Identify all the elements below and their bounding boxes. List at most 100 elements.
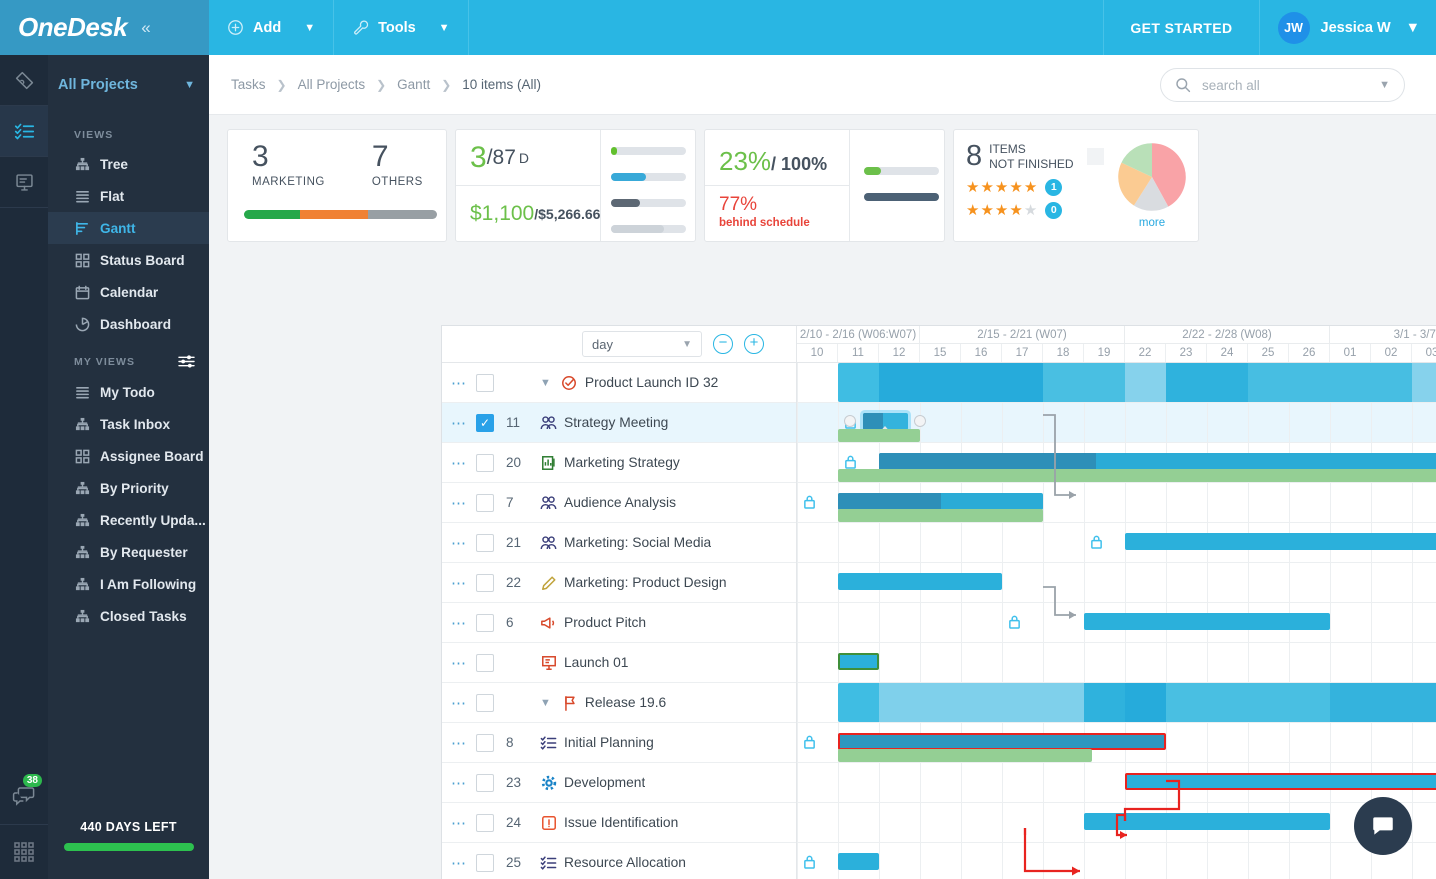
- sidebar-item-tree[interactable]: Tree: [48, 148, 209, 180]
- table-row[interactable]: ⋯ 8 Initial Planning: [442, 723, 796, 763]
- row-menu-button[interactable]: ⋯: [442, 694, 476, 712]
- table-row[interactable]: ⋯ Launch 01: [442, 643, 796, 683]
- filter-settings-icon[interactable]: [178, 354, 195, 369]
- rail-item-tasks[interactable]: [0, 106, 48, 156]
- sidebar-item-status-board[interactable]: Status Board: [48, 244, 209, 276]
- gantt-bar-task[interactable]: [1084, 813, 1330, 830]
- row-menu-button[interactable]: ⋯: [442, 454, 476, 472]
- row-menu-button[interactable]: ⋯: [442, 374, 476, 392]
- gantt-bar-task[interactable]: [838, 573, 1002, 590]
- chat-widget-button[interactable]: [1354, 797, 1412, 855]
- project-selector[interactable]: All Projects ▼: [48, 55, 209, 115]
- rail-item-messages[interactable]: 38: [0, 768, 48, 824]
- breadcrumb-item[interactable]: 10 items (All): [462, 77, 541, 92]
- row-checkbox[interactable]: [476, 573, 494, 592]
- gantt-bar-summary[interactable]: [838, 683, 1436, 722]
- row-checkbox[interactable]: [476, 613, 494, 632]
- row-menu-button[interactable]: ⋯: [442, 854, 476, 872]
- chevron-down-icon[interactable]: ▼: [540, 697, 551, 709]
- stat-cards: 3 MARKETING 7 OTHERS 3 /87 D $1,100 /$5,…: [227, 129, 1199, 242]
- chevron-down-icon[interactable]: ▼: [540, 377, 551, 389]
- row-checkbox[interactable]: [476, 773, 494, 792]
- row-menu-button[interactable]: ⋯: [442, 414, 476, 432]
- zoom-in-button[interactable]: +: [744, 334, 764, 354]
- zoom-level-select[interactable]: day ▼: [582, 331, 702, 357]
- row-checkbox[interactable]: [476, 533, 494, 552]
- rating-row[interactable]: ★ ★ ★ ★ ★ 0: [966, 201, 1106, 219]
- sidebar-item-by-requester[interactable]: By Requester: [48, 536, 209, 568]
- breadcrumb-item[interactable]: Gantt: [397, 77, 430, 92]
- table-row[interactable]: ⋯ ✓ 11 Strategy Meeting: [442, 403, 796, 443]
- sidebar-item-by-priority[interactable]: By Priority: [48, 472, 209, 504]
- add-menu-button[interactable]: Add ▼: [209, 0, 335, 55]
- row-menu-button[interactable]: ⋯: [442, 534, 476, 552]
- sidebar-item-assignee-board[interactable]: Assignee Board: [48, 440, 209, 472]
- table-row[interactable]: ⋯ 6 Product Pitch: [442, 603, 796, 643]
- gantt-bar-task[interactable]: [838, 653, 879, 670]
- rail-item-apps[interactable]: [0, 825, 48, 879]
- sidebar-item-flat[interactable]: Flat: [48, 180, 209, 212]
- table-row[interactable]: ⋯ 21 Marketing: Social Media: [442, 523, 796, 563]
- rating-row[interactable]: ★ ★ ★ ★ ★ 1: [966, 178, 1106, 196]
- row-menu-button[interactable]: ⋯: [442, 654, 476, 672]
- gantt-bar-task[interactable]: [1084, 613, 1330, 630]
- tree-icon: [74, 156, 90, 172]
- sidebar-item-recently-upda[interactable]: Recently Upda...: [48, 504, 209, 536]
- table-row[interactable]: ⋯ 20 Marketing Strategy: [442, 443, 796, 483]
- get-started-button[interactable]: GET STARTED: [1103, 0, 1258, 55]
- week-row: 2/10 - 2/16 (W06:W07) 2/15 - 2/21 (W07) 2/…: [797, 326, 1436, 344]
- sidebar-item-gantt[interactable]: Gantt: [48, 212, 209, 244]
- row-menu-button[interactable]: ⋯: [442, 734, 476, 752]
- rail-item-presentations[interactable]: [0, 157, 48, 207]
- rail-item-tickets[interactable]: [0, 55, 48, 105]
- row-menu-button[interactable]: ⋯: [442, 774, 476, 792]
- chevron-down-icon[interactable]: ▼: [1379, 79, 1390, 91]
- bar-end-handle[interactable]: [913, 415, 926, 427]
- row-name: ▼ Product Launch ID 32: [540, 374, 718, 391]
- row-checkbox[interactable]: [476, 653, 494, 672]
- sidebar-item-dashboard[interactable]: Dashboard: [48, 308, 209, 340]
- row-checkbox[interactable]: [476, 693, 494, 712]
- sidebar-item-task-inbox[interactable]: Task Inbox: [48, 408, 209, 440]
- gantt-bar-task[interactable]: [838, 853, 879, 870]
- row-checkbox[interactable]: [476, 493, 494, 512]
- sidebar-item-my-todo[interactable]: My Todo: [48, 376, 209, 408]
- list-icon: [74, 384, 90, 400]
- breadcrumb-item[interactable]: Tasks: [231, 77, 266, 92]
- row-checkbox[interactable]: [476, 733, 494, 752]
- table-row[interactable]: ⋯ ▼ Release 19.6: [442, 683, 796, 723]
- row-menu-button[interactable]: ⋯: [442, 814, 476, 832]
- row-checkbox[interactable]: ✓: [476, 413, 494, 432]
- table-row[interactable]: ⋯ 23 Development: [442, 763, 796, 803]
- user-menu[interactable]: JW Jessica W ▼: [1258, 0, 1436, 55]
- row-name-label: Product Launch ID 32: [584, 375, 719, 390]
- sidebar-item-closed-tasks[interactable]: Closed Tasks: [48, 600, 209, 632]
- gantt-bar-task[interactable]: [838, 493, 1043, 510]
- search-input[interactable]: search all ▼: [1160, 68, 1405, 102]
- sidebar-item-calendar[interactable]: Calendar: [48, 276, 209, 308]
- table-row[interactable]: ⋯ ▼ Product Launch ID 32: [442, 363, 796, 403]
- row-checkbox[interactable]: [476, 453, 494, 472]
- gantt-bar-summary[interactable]: [838, 363, 1436, 402]
- row-checkbox[interactable]: [476, 813, 494, 832]
- double-chevron-left-icon[interactable]: «: [141, 18, 150, 38]
- gantt-bar-task[interactable]: [838, 733, 1166, 750]
- zoom-out-button[interactable]: −: [713, 334, 733, 354]
- gantt-bar-task[interactable]: [879, 453, 1436, 470]
- breadcrumb-item[interactable]: All Projects: [298, 77, 366, 92]
- gantt-bar-task[interactable]: [1125, 773, 1436, 790]
- sidebar-item-i-am-following[interactable]: I Am Following: [48, 568, 209, 600]
- gantt-bar-task[interactable]: [1125, 533, 1436, 550]
- pie-more-link[interactable]: more: [1106, 217, 1198, 229]
- row-menu-button[interactable]: ⋯: [442, 614, 476, 632]
- row-name: Issue Identification: [540, 814, 678, 831]
- table-row[interactable]: ⋯ 7 Audience Analysis: [442, 483, 796, 523]
- tools-menu-button[interactable]: Tools ▼: [334, 0, 469, 55]
- table-row[interactable]: ⋯ 22 Marketing: Product Design: [442, 563, 796, 603]
- table-row[interactable]: ⋯ 25 Resource Allocation: [442, 843, 796, 879]
- table-row[interactable]: ⋯ 24 Issue Identification: [442, 803, 796, 843]
- row-checkbox[interactable]: [476, 373, 494, 392]
- row-menu-button[interactable]: ⋯: [442, 574, 476, 592]
- row-menu-button[interactable]: ⋯: [442, 494, 476, 512]
- row-checkbox[interactable]: [476, 853, 494, 872]
